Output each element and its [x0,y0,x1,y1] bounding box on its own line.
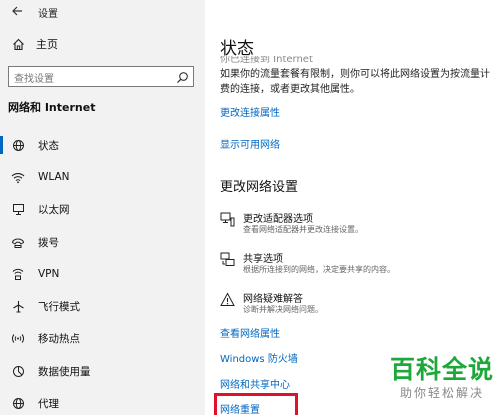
sidebar-item-label: 飞行模式 [38,301,80,314]
sidebar-item-label: 以太网 [38,204,70,217]
network-reset-link[interactable]: 网络重置 [220,401,260,415]
change-connection-properties-link[interactable]: 更改连接属性 [220,104,280,119]
sidebar-item-label: 代理 [38,398,59,411]
search-input[interactable]: 查找设置 [8,66,194,87]
sidebar-item-label: 移动热点 [38,333,80,346]
adapter-icon [220,212,236,231]
option-title: 更改适配器选项 [243,214,313,225]
sidebar-item-status[interactable]: 状态 [0,129,205,161]
home-icon [8,38,28,51]
ethernet-icon [8,203,28,216]
sidebar-item-label: 数据使用量 [38,365,91,378]
change-network-settings-heading: 更改网络设置 [220,180,299,195]
sidebar-item-ethernet[interactable]: 以太网 [0,194,205,226]
sidebar-item-label: 状态 [38,139,59,152]
watermark-logo: 百科全说 助你轻松解决 [390,355,494,401]
sidebar-item-data-usage[interactable]: 数据使用量 [0,355,205,387]
home-nav-item[interactable]: 主页 [8,36,58,52]
watermark-main-text: 百科全说 [389,355,494,384]
option-description: 诊断并解决网络问题。 [243,305,323,314]
title-bar: 设置 [0,0,205,24]
vpn-icon [8,268,28,281]
option-description: 查看网络适配器并更改连接设置。 [243,225,363,234]
navigation-pane: 设置 主页 查找设置 网络和 Internet 状态 WLAN 以太网 拨号 V… [0,0,205,415]
warning-icon [220,292,236,311]
show-available-networks-link[interactable]: 显示可用网络 [220,136,280,151]
back-arrow-icon[interactable] [12,6,23,19]
airplane-icon [8,300,28,313]
sidebar-item-label: WLAN [38,171,70,184]
sidebar-item-hotspot[interactable]: 移动热点 [0,323,205,355]
option-title: 共享选项 [243,254,283,265]
sidebar-item-label: VPN [38,268,60,281]
sidebar-item-airplane-mode[interactable]: 飞行模式 [0,290,205,322]
network-sharing-center-link[interactable]: 网络和共享中心 [220,376,290,391]
dialup-icon [8,236,28,249]
share-icon [220,252,236,271]
sidebar-item-wlan[interactable]: WLAN [0,161,205,193]
metered-description: 如果你的流量套餐有限制，则你可以将此网络设置为按流量计费的连接，或者更改其他属性… [220,69,490,95]
sidebar-nav: 状态 WLAN 以太网 拨号 VPN 飞行模式 移动热点 数据使用量 代理 [0,129,205,415]
globe-icon [8,397,28,410]
globe-icon [8,139,28,152]
search-icon[interactable] [176,69,189,88]
option-description: 根据所连接到的网络，决定要共享的内容。 [243,265,395,274]
sidebar-item-proxy[interactable]: 代理 [0,387,205,415]
content-pane: 状态 你已连接到 Internet 如果你的流量套餐有限制，则你可以将此网络设置… [205,0,500,415]
window-title: 设置 [38,9,58,20]
view-network-properties-link[interactable]: 查看网络属性 [220,325,280,340]
sidebar-item-dialup[interactable]: 拨号 [0,226,205,258]
scrolled-text: 你已连接到 Internet [220,56,313,64]
search-placeholder: 查找设置 [14,74,54,85]
watermark-sub-text: 助你轻松解决 [399,386,484,400]
data-usage-icon [8,365,28,378]
sidebar-item-vpn[interactable]: VPN [0,258,205,290]
section-title: 网络和 Internet [8,101,96,114]
option-title: 网络疑难解答 [243,294,303,305]
home-label: 主页 [36,38,58,51]
wifi-icon [8,171,28,184]
sidebar-item-label: 拨号 [38,236,59,249]
hotspot-icon [8,332,28,345]
windows-firewall-link[interactable]: Windows 防火墙 [220,350,298,365]
